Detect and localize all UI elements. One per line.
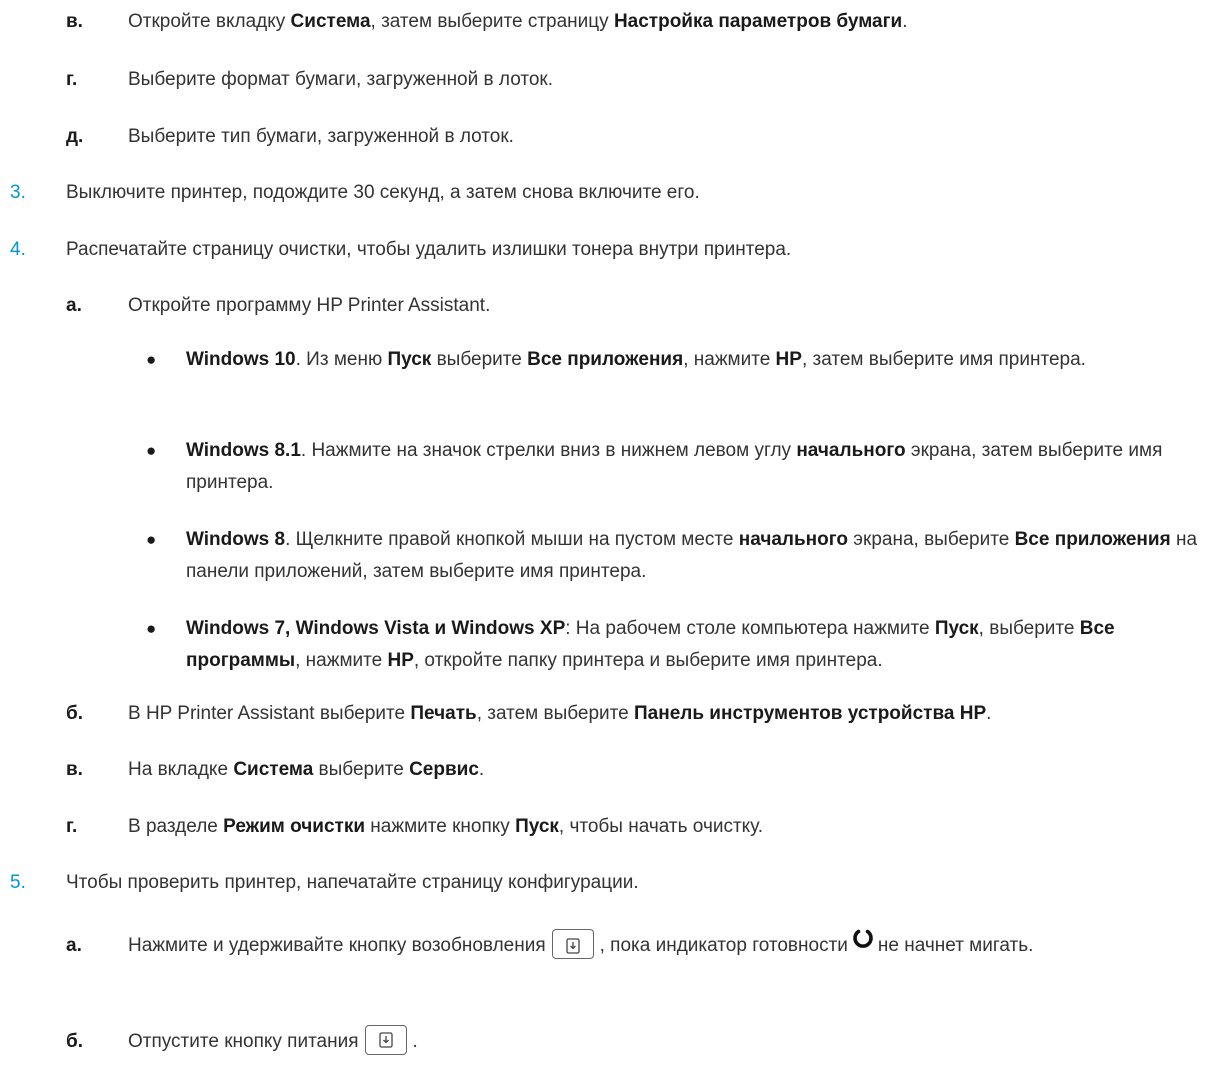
substep-text: Нажмите и удерживайте кнопку возобновлен… [128, 927, 1066, 965]
bullet-text: Windows 8.1. Нажмите на значок стрелки в… [186, 440, 1163, 493]
substep-marker: а. [66, 935, 82, 956]
bullet-windows-7: ● Windows 7, Windows Vista и Windows XP:… [146, 613, 1210, 677]
bullet-text: Windows 10. Из меню Пуск выберите Все пр… [186, 349, 1086, 370]
substep-marker: г. [66, 69, 78, 90]
step-number: 5. [10, 872, 26, 893]
bullet-windows-10: ● Windows 10. Из меню Пуск выберите Все … [146, 344, 1210, 376]
step-text: Чтобы проверить принтер, напечатайте стр… [66, 872, 639, 893]
substep-c: в. Откройте вкладку Система, затем выбер… [66, 6, 1206, 38]
substep-4b: б. В HP Printer Assistant выберите Печат… [66, 698, 1206, 730]
bullet-icon: ● [146, 619, 157, 638]
substep-text: На вкладке Система выберите Сервис. [128, 759, 485, 780]
substep-text: Откройте вкладку Система, затем выберите… [128, 11, 908, 32]
substep-4c: в. На вкладке Система выберите Сервис. [66, 754, 1206, 786]
substep-marker: б. [66, 1031, 84, 1052]
substep-text: В разделе Режим очистки нажмите кнопку П… [128, 816, 764, 837]
substep-text: Выберите формат бумаги, загруженной в ло… [128, 69, 553, 90]
step-3: 3. Выключите принтер, подождите 30 секун… [10, 177, 1210, 209]
substep-d: г. Выберите формат бумаги, загруженной в… [66, 64, 1206, 96]
substep-marker: в. [66, 11, 83, 32]
bullet-text: Windows 8. Щелкните правой кнопкой мыши … [186, 529, 1198, 582]
substep-text: В HP Printer Assistant выберите Печать, … [128, 703, 992, 724]
substep-marker: б. [66, 703, 84, 724]
step-4: 4. Распечатайте страницу очистки, чтобы … [10, 234, 1210, 266]
step-text: Выключите принтер, подождите 30 секунд, … [66, 182, 700, 203]
step-number: 4. [10, 239, 26, 260]
bullet-icon: ● [146, 350, 157, 369]
substep-marker: д. [66, 126, 84, 147]
substep-marker: а. [66, 295, 82, 316]
manual-page: в. Откройте вкладку Система, затем выбер… [0, 0, 1219, 1070]
substep-5b: б. Отпустите кнопку питания. [66, 1024, 1206, 1058]
bullet-windows-8-1: ● Windows 8.1. Нажмите на значок стрелки… [146, 435, 1210, 499]
substep-marker: г. [66, 816, 78, 837]
substep-marker: в. [66, 759, 83, 780]
bullet-icon: ● [146, 530, 157, 549]
bullet-text: Windows 7, Windows Vista и Windows XP: Н… [186, 618, 1115, 671]
bullet-icon: ● [146, 441, 157, 460]
substep-text: Отпустите кнопку питания. [128, 1024, 1206, 1058]
substep-text: Откройте программу HP Printer Assistant. [128, 295, 491, 316]
substep-4a: а. Откройте программу HP Printer Assista… [66, 290, 1206, 322]
power-button-icon [364, 1024, 407, 1055]
bullet-windows-8: ● Windows 8. Щелкните правой кнопкой мыш… [146, 524, 1210, 588]
step-number: 3. [10, 182, 26, 203]
step-text: Распечатайте страницу очистки, чтобы уда… [66, 239, 792, 260]
resume-button-icon [551, 929, 594, 959]
step-5: 5. Чтобы проверить принтер, напечатайте … [10, 867, 1210, 899]
substep-5a: а. Нажмите и удерживайте кнопку возобнов… [66, 927, 1066, 965]
substep-e: д. Выберите тип бумаги, загруженной в ло… [66, 121, 1206, 153]
substep-text: Выберите тип бумаги, загруженной в лоток… [128, 126, 514, 147]
ready-light-icon [852, 925, 874, 963]
substep-4d: г. В разделе Режим очистки нажмите кнопк… [66, 811, 1206, 843]
